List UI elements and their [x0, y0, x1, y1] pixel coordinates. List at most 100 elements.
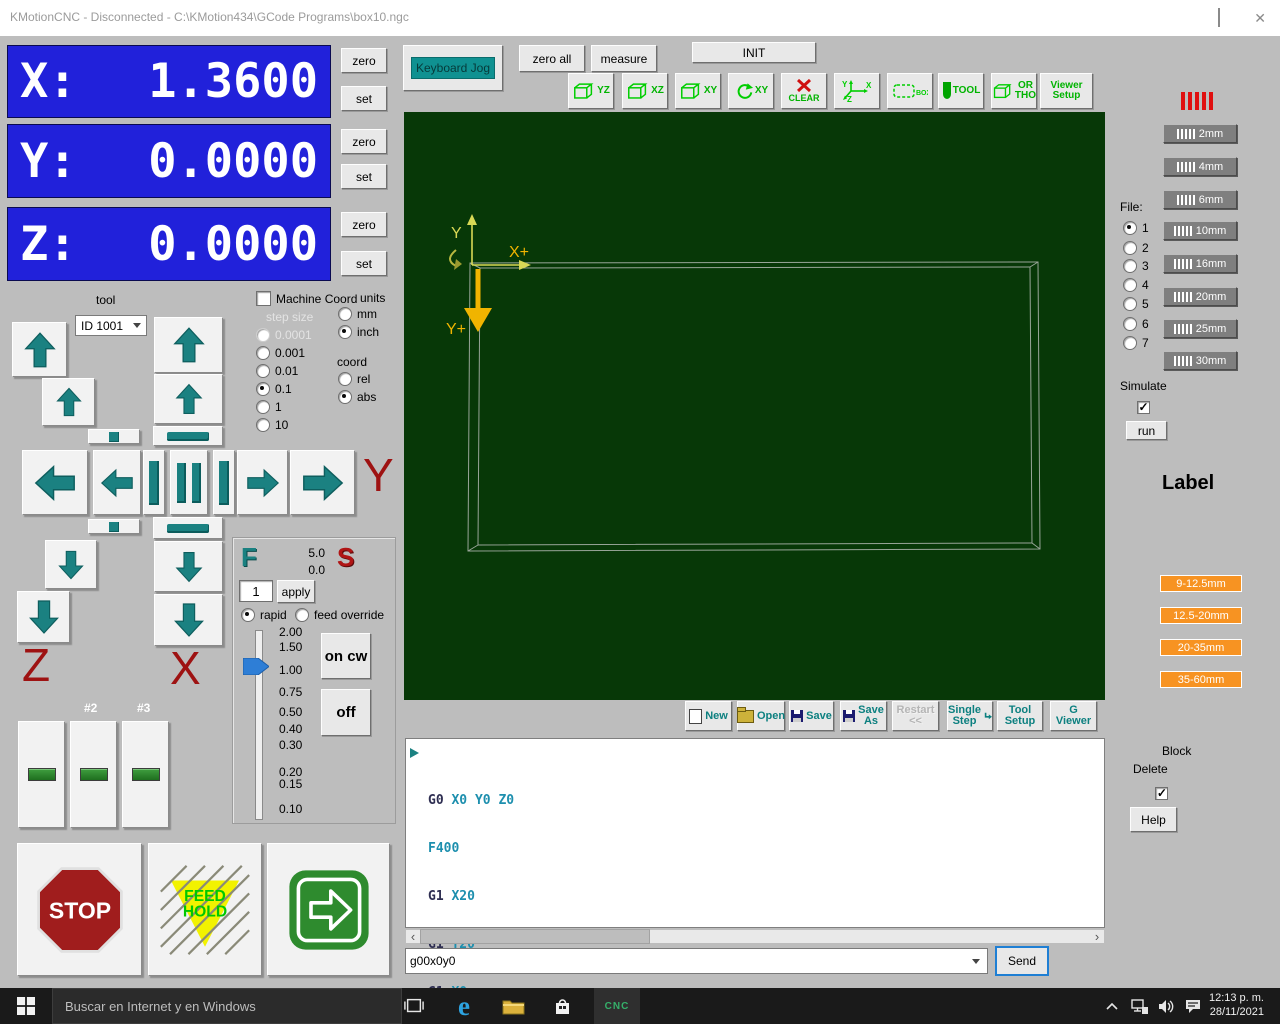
radio-icon[interactable]: [1123, 297, 1137, 311]
radio-icon[interactable]: [338, 325, 352, 339]
spindle-off-button[interactable]: off: [321, 689, 371, 736]
set-z-button[interactable]: set: [341, 251, 387, 276]
tool-30mm-button[interactable]: 30mm: [1163, 351, 1237, 370]
scroll-right-button[interactable]: ›: [1090, 930, 1104, 943]
file-3-option[interactable]: 3: [1123, 259, 1149, 273]
tool-4mm-button[interactable]: 4mm: [1163, 157, 1237, 176]
measure-button[interactable]: measure: [591, 45, 657, 72]
aux1-button[interactable]: [18, 721, 65, 828]
new-button[interactable]: New: [685, 701, 732, 731]
edge-browser-button[interactable]: e: [446, 988, 482, 1024]
tray-expand-button[interactable]: [1100, 988, 1124, 1024]
override-slider-thumb[interactable]: [243, 658, 269, 675]
radio-icon[interactable]: [256, 382, 270, 396]
jog-x-left-fast-button[interactable]: [22, 450, 88, 515]
jog-x-right-fast-button[interactable]: [290, 450, 355, 515]
stop-button[interactable]: STOP: [17, 843, 142, 976]
tool-10mm-button[interactable]: 10mm: [1163, 221, 1237, 240]
zero-y-button[interactable]: zero: [341, 129, 387, 154]
save-as-button[interactable]: SaveAs: [840, 701, 887, 731]
restore-button[interactable]: [1218, 9, 1220, 27]
file-4-option[interactable]: 4: [1123, 278, 1149, 292]
rapid-option[interactable]: rapid: [241, 608, 287, 622]
coord-rel-option[interactable]: rel: [338, 372, 370, 386]
jog-z-down-button[interactable]: [45, 540, 97, 589]
run-button[interactable]: run: [1126, 421, 1167, 440]
range-35-60-button[interactable]: 35-60mm: [1160, 671, 1242, 688]
gcode-viewer-3d[interactable]: Y X+ Y+: [404, 112, 1105, 700]
step-size-1-option[interactable]: 1: [256, 400, 282, 414]
jog-y-down-fast-button[interactable]: [154, 594, 223, 646]
jog-step-up-small-button[interactable]: [88, 429, 140, 444]
set-x-button[interactable]: set: [341, 86, 387, 111]
file-6-option[interactable]: 6: [1123, 317, 1149, 331]
jog-z-down-fast-button[interactable]: [17, 591, 70, 643]
radio-icon[interactable]: [1123, 259, 1137, 273]
box-view-button[interactable]: BOX: [887, 73, 933, 109]
units-inch-option[interactable]: inch: [338, 325, 379, 339]
step-size-0001-option[interactable]: 0.0001: [256, 328, 312, 342]
machine-coord-option[interactable]: Machine Coord: [256, 291, 357, 306]
file-2-option[interactable]: 2: [1123, 241, 1149, 255]
radio-icon[interactable]: [256, 364, 270, 378]
tool-view-button[interactable]: TOOL: [938, 73, 984, 109]
step-size-10-option[interactable]: 10: [256, 418, 288, 432]
radio-icon[interactable]: [1123, 278, 1137, 292]
jog-step-down-button[interactable]: [153, 517, 223, 539]
tool-6mm-button[interactable]: 6mm: [1163, 190, 1237, 209]
cycle-start-button[interactable]: [267, 843, 390, 976]
notification-tray-button[interactable]: [1180, 988, 1206, 1024]
taskbar-clock[interactable]: 12:13 p. m. 28/11/2021: [1209, 991, 1264, 1019]
radio-icon[interactable]: [256, 328, 270, 342]
mdi-command-combo[interactable]: [405, 948, 988, 974]
axes-view-button[interactable]: Y X Z: [834, 73, 880, 109]
machine-coord-checkbox[interactable]: [256, 291, 271, 306]
zero-all-button[interactable]: zero all: [519, 45, 585, 72]
range-9-12-button[interactable]: 9-12.5mm: [1160, 575, 1242, 592]
jog-stop-left-button[interactable]: [143, 450, 165, 515]
range-12-20-button[interactable]: 12.5-20mm: [1160, 607, 1242, 624]
step-size-01-option[interactable]: 0.01: [256, 364, 298, 378]
apply-button[interactable]: apply: [277, 580, 315, 603]
kmotioncnc-taskbar-button[interactable]: CNC: [594, 988, 640, 1024]
radio-icon[interactable]: [1123, 241, 1137, 255]
gcode-hscrollbar[interactable]: ‹ ›: [405, 929, 1105, 944]
block-delete-checkbox[interactable]: ✓: [1155, 787, 1168, 800]
radio-icon[interactable]: [241, 608, 255, 622]
jog-x-left-button[interactable]: [93, 450, 141, 515]
jog-z-up-fast-button[interactable]: [12, 322, 67, 377]
file-5-option[interactable]: 5: [1123, 297, 1149, 311]
ortho-view-button[interactable]: ORTHO: [991, 73, 1037, 109]
aux2-button[interactable]: [70, 721, 117, 828]
view-xy-button[interactable]: XY: [675, 73, 721, 109]
store-button[interactable]: [544, 988, 580, 1024]
title-bar[interactable]: KMotionCNC - Disconnected - C:\KMotion43…: [0, 0, 1280, 36]
help-button[interactable]: Help: [1130, 807, 1177, 832]
clear-button[interactable]: CLEAR: [781, 73, 827, 109]
close-button[interactable]: ✕: [1254, 11, 1266, 25]
tool-16mm-button[interactable]: 16mm: [1163, 254, 1237, 273]
step-size-0p1-option[interactable]: 0.1: [256, 382, 292, 396]
jog-step-down-small-button[interactable]: [88, 519, 140, 534]
viewer-setup-button[interactable]: ViewerSetup: [1040, 73, 1093, 109]
feed-hold-button[interactable]: FEED HOLD: [148, 843, 262, 976]
tool-select-dropdown[interactable]: ID 1001: [75, 315, 147, 336]
rotate-xy-button[interactable]: XY: [728, 73, 774, 109]
jog-y-up-button[interactable]: [154, 374, 223, 424]
file-1-option[interactable]: 1: [1123, 221, 1149, 235]
step-size-001-option[interactable]: 0.001: [256, 346, 305, 360]
tool-setup-button[interactable]: ToolSetup: [997, 701, 1043, 731]
taskbar-search-box[interactable]: Buscar en Internet y en Windows: [52, 988, 402, 1024]
jog-z-up-button[interactable]: [42, 378, 95, 426]
open-button[interactable]: Open: [737, 701, 785, 731]
jog-x-right-button[interactable]: [237, 450, 288, 515]
save-button[interactable]: Save: [789, 701, 834, 731]
jog-stop-right-button[interactable]: [213, 450, 235, 515]
init-button[interactable]: INIT: [692, 42, 816, 63]
network-tray-button[interactable]: [1126, 988, 1152, 1024]
gcode-editor[interactable]: G0 X0 Y0 Z0 F400 G1 X20 G1 Y20 G1 X0 G1 …: [405, 738, 1105, 928]
g-viewer-button[interactable]: GViewer: [1050, 701, 1097, 731]
zero-x-button[interactable]: zero: [341, 48, 387, 73]
coord-abs-option[interactable]: abs: [338, 390, 376, 404]
radio-icon[interactable]: [338, 390, 352, 404]
